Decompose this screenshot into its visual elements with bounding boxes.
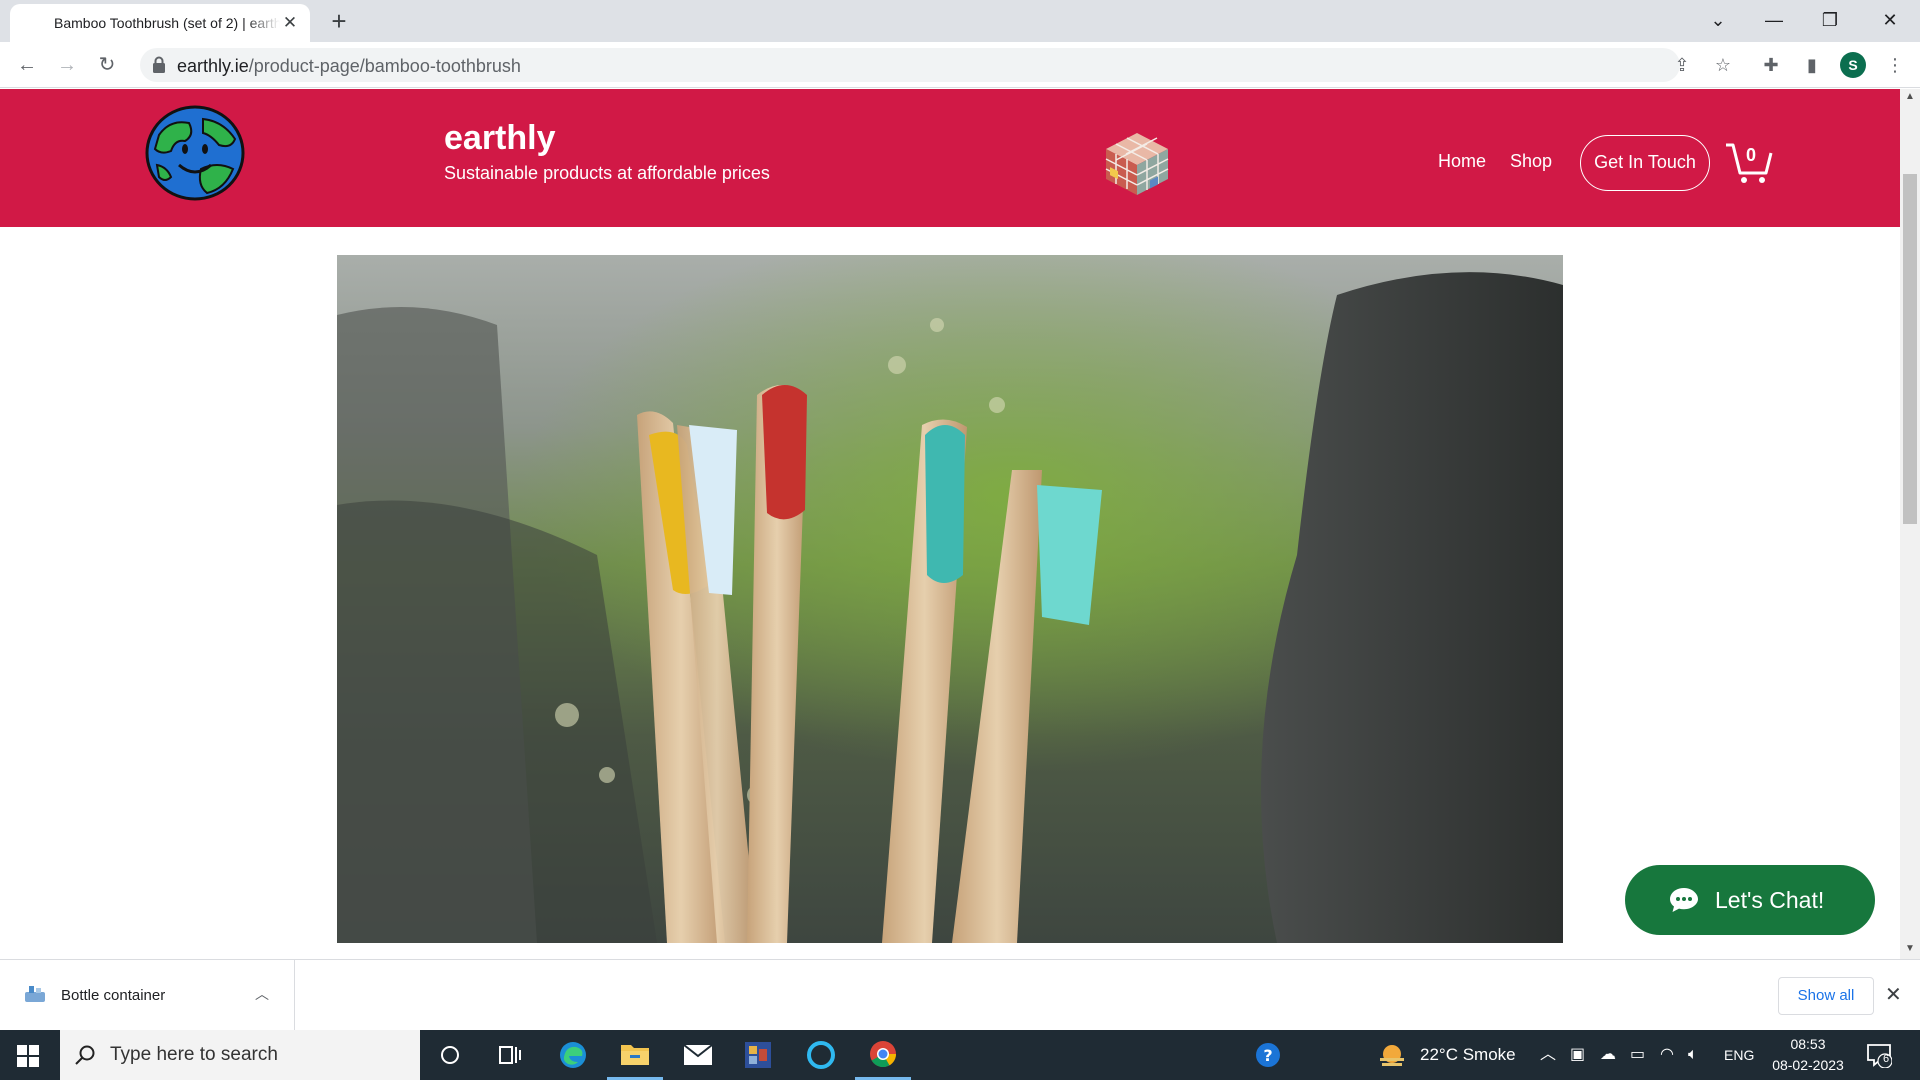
chat-bubble-icon [1670,888,1698,912]
windows-taskbar: Type here to search ? 22°C Smoke ︿ ▣ ☁ ▭… [0,1030,1920,1080]
scroll-up-icon[interactable]: ▲ [1904,91,1916,103]
url-text: earthly.ie/product-page/bamboo-toothbrus… [177,56,521,76]
tab-title: Bamboo Toothbrush (set of 2) | earthly [54,15,280,31]
clock-date: 08-02-2023 [1772,1057,1844,1073]
taskbar-search-placeholder: Type here to search [110,1044,278,1065]
download-bar: Bottle container ︿ Show all ✕ [0,959,1920,1030]
windows-start-icon[interactable] [17,1045,39,1067]
show-all-downloads-button[interactable]: Show all [1778,977,1874,1015]
download-file-icon [25,986,45,1002]
photos-app-icon[interactable] [730,1030,786,1080]
show-hidden-icons-chevron-icon[interactable]: ︿ [1540,1030,1556,1080]
brand-name[interactable]: earthly [444,119,556,158]
product-image[interactable] [337,255,1563,943]
weather-sun-icon [1380,1045,1404,1066]
back-icon[interactable]: ← [12,50,42,80]
browser-toolbar: ← → ↻ earthly.ie/product-page/bamboo-too… [0,42,1920,88]
page-scrollbar[interactable]: ▲ ▼ [1900,89,1920,959]
brand-tagline: Sustainable products at affordable price… [444,163,770,183]
task-view-icon[interactable] [482,1030,538,1080]
get-in-touch-button[interactable]: Get In Touch [1580,135,1710,191]
download-options-chevron-icon[interactable]: ︿ [255,984,269,1004]
wifi-icon[interactable]: ◠ [1660,1030,1674,1080]
file-explorer-icon[interactable] [607,1030,663,1080]
search-icon [75,1045,95,1065]
download-filename: Bottle container [61,987,166,1004]
alexa-icon[interactable] [793,1030,849,1080]
weather-text[interactable]: 22°C Smoke [1420,1030,1516,1080]
nav-home-link[interactable]: Home [1438,151,1486,172]
language-indicator[interactable]: ENG [1724,1030,1754,1080]
forward-icon[interactable]: → [52,50,82,80]
notification-count: 6 [1882,1053,1890,1065]
minimize-icon[interactable]: — [1746,0,1802,40]
edge-browser-icon[interactable] [545,1030,601,1080]
lock-icon [153,56,165,73]
taskbar-clock[interactable]: 08:53 08-02-2023 [1768,1034,1848,1076]
side-panel-icon[interactable]: ▮ [1797,50,1827,80]
profile-avatar[interactable]: S [1840,52,1866,78]
close-download-bar-icon[interactable]: ✕ [1885,982,1902,1007]
page-viewport: earthly Sustainable products at affordab… [0,89,1900,959]
extensions-icon[interactable]: ✚ [1756,50,1786,80]
restore-icon[interactable]: ❐ [1802,0,1858,40]
address-bar[interactable]: earthly.ie/product-page/bamboo-toothbrus… [140,48,1690,82]
tab-close-icon[interactable]: ✕ [280,13,300,33]
menu-kebab-icon[interactable]: ⋮ [1880,50,1910,80]
share-icon[interactable]: ⇪ [1670,53,1694,77]
browser-tab[interactable]: Bamboo Toothbrush (set of 2) | earthly ✕ [10,4,310,42]
download-item[interactable]: Bottle container ︿ [0,960,295,1030]
cortana-icon[interactable] [422,1030,478,1080]
tab-search-icon[interactable]: ⌄ [1690,0,1746,40]
bookmark-star-icon[interactable]: ☆ [1708,50,1738,80]
close-window-icon[interactable]: ✕ [1862,0,1918,40]
chat-label: Let's Chat! [1715,886,1825,913]
onedrive-cloud-icon[interactable]: ☁ [1600,1030,1616,1080]
lets-chat-button[interactable]: Let's Chat! [1625,865,1875,935]
toothbrush-photo [337,255,1563,943]
volume-icon[interactable]: 🔈︎ [1688,1030,1698,1080]
reload-icon[interactable]: ↻ [92,50,122,80]
nav-shop-link[interactable]: Shop [1510,151,1552,172]
earth-logo-icon[interactable] [145,105,245,201]
battery-icon[interactable]: ▭ [1630,1030,1645,1080]
browser-tab-strip: Bamboo Toothbrush (set of 2) | earthly ✕… [0,0,1920,42]
taskbar-search-input[interactable]: Type here to search [60,1030,420,1080]
scrollbar-thumb[interactable] [1903,174,1917,524]
mail-icon[interactable] [670,1030,726,1080]
help-icon[interactable]: ? [1240,1030,1296,1080]
new-tab-icon[interactable]: + [325,7,353,35]
cart-count: 0 [1746,145,1757,165]
site-header: earthly Sustainable products at affordab… [0,89,1900,227]
clock-time: 08:53 [1790,1036,1826,1052]
meet-now-icon[interactable]: ▣ [1570,1030,1585,1080]
chrome-icon[interactable] [855,1030,911,1080]
rubik-cube-icon [1105,133,1169,195]
svg-text:?: ? [1263,1046,1272,1065]
scroll-down-icon[interactable]: ▼ [1904,943,1916,955]
